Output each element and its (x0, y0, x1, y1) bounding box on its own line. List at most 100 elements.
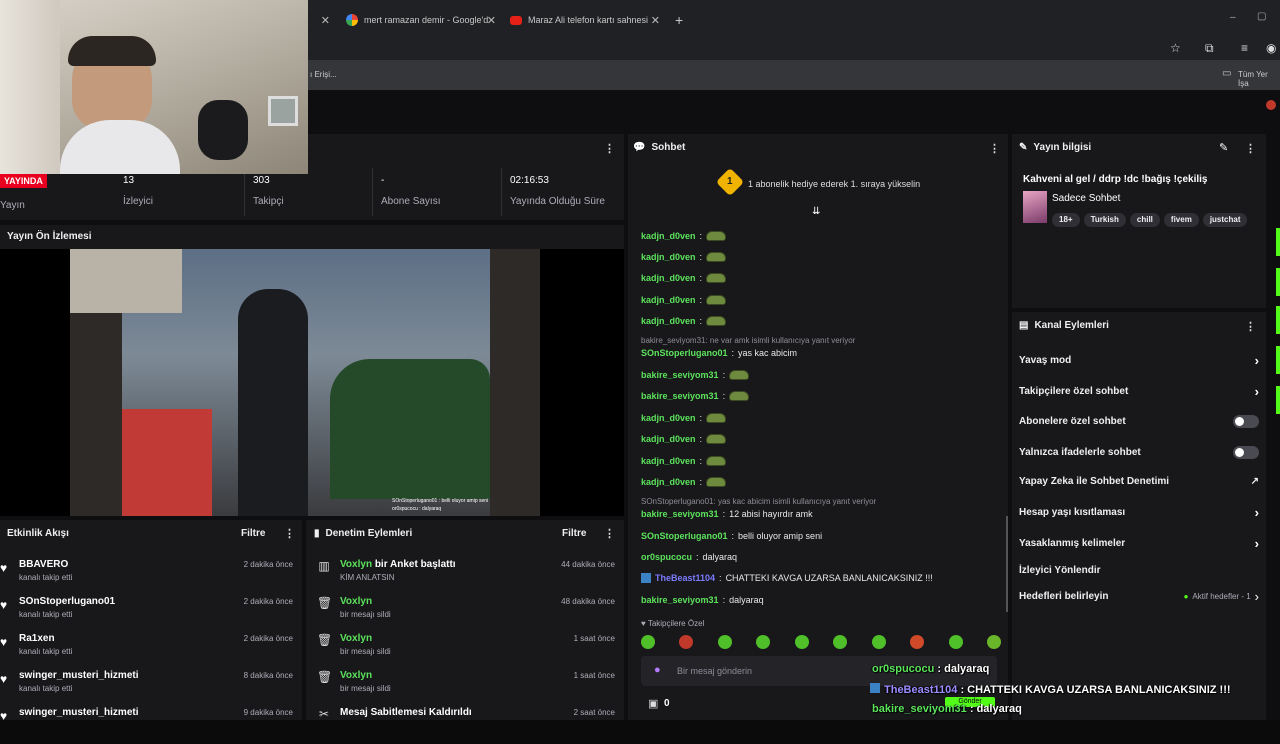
moderation-user[interactable]: Voxlyn (340, 670, 372, 681)
divider (372, 168, 373, 216)
age-limit-row[interactable]: Hesap yaşı kısıtlaması › (1019, 505, 1259, 520)
chat-username[interactable]: kadjn_d0ven (641, 413, 696, 423)
tab-close-icon[interactable]: ✕ (487, 14, 496, 27)
bookmark-item[interactable]: ı Erişi... (310, 70, 337, 79)
chat-more-icon[interactable]: ⋮ (989, 142, 1000, 155)
slow-mode-row[interactable]: Yavaş mod › (1019, 353, 1259, 368)
profile-icon[interactable]: ◉ (1266, 41, 1276, 55)
activity-item[interactable]: ♥ BBAVERO kanalı takip etti 2 dakika önce (0, 559, 300, 596)
emote-icon[interactable] (717, 635, 732, 649)
activity-item[interactable]: ♥ SOnStoperlugano01 kanalı takip etti 2 dak… (0, 596, 300, 633)
ai-mod-row[interactable]: Yapay Zeka ile Sohbet Denetimi ↗ (1019, 476, 1259, 487)
stream-tag[interactable]: Turkish (1083, 213, 1126, 227)
chat-username[interactable]: kadjn_d0ven (641, 252, 696, 262)
emote-icon[interactable] (756, 635, 771, 649)
overlay-text: : CHATTEKI KAVGA UZARSA BANLANICAKSINIZ … (957, 684, 1231, 696)
emote-icon[interactable] (833, 635, 848, 649)
chat-username[interactable]: bakire_seviyom31 (641, 391, 719, 401)
trash-icon: 🗑 (317, 670, 333, 684)
stream-tag[interactable]: fivem (1163, 213, 1199, 227)
emote-icon[interactable] (641, 635, 655, 649)
preview-player[interactable]: SOnStoperlugano01 : belli oluyor amip se… (0, 249, 624, 516)
activity-user[interactable]: BBAVERO (19, 559, 68, 570)
stats-more-icon[interactable]: ⋮ (604, 142, 615, 155)
star-icon[interactable]: ☆ (1170, 41, 1181, 55)
chat-username[interactable]: bakire_seviyom31 (641, 509, 719, 519)
chat-username[interactable]: kadjn_d0ven (641, 316, 696, 326)
media-icon[interactable]: ≡ (1241, 41, 1248, 55)
moderation-item[interactable]: ▥ Voxlyn bir Anket başlattı KİM ANLATSIN 44… (313, 559, 615, 596)
chat-username[interactable]: kadjn_d0ven (641, 231, 696, 241)
uptime-value: 02:16:53 (510, 175, 549, 186)
chat-username[interactable]: kadjn_d0ven (641, 273, 696, 283)
emote-icon[interactable] (910, 635, 925, 649)
moderation-more-icon[interactable]: ⋮ (604, 527, 615, 540)
activity-item[interactable]: ♥ swinger_musteri_hizmeti 9 dakika önce (0, 707, 300, 744)
all-bookmarks[interactable]: Tüm Yer İşa (1238, 70, 1280, 88)
emote-chat-toggle[interactable] (1233, 446, 1259, 459)
emote-icon[interactable] (986, 635, 1001, 649)
chat-username[interactable]: SOnStoperlugano01 (641, 348, 728, 358)
viewer-redirect-row[interactable]: İzleyici Yönlendir (1019, 565, 1259, 576)
activity-user[interactable]: swinger_musteri_hizmeti (19, 707, 138, 718)
tab-close-prev[interactable]: ✕ (318, 8, 330, 32)
channel-actions-more-icon[interactable]: ⋮ (1245, 320, 1256, 333)
stream-tag[interactable]: justchat (1202, 213, 1248, 227)
set-goals-row[interactable]: Hedefleri belirleyin ● Aktif hedefler - 1 › (1019, 589, 1259, 604)
mic-icon[interactable]: ● (654, 664, 661, 676)
stream-tag[interactable]: chill (1129, 213, 1160, 227)
chat-username[interactable]: kadjn_d0ven (641, 295, 696, 305)
chat-username[interactable]: kadjn_d0ven (641, 434, 696, 444)
heart-icon: ♥ (0, 561, 8, 575)
chat-message: SOnStoperlugano01: yas kac abicim (641, 348, 797, 358)
banned-words-row[interactable]: Yasaklanmış kelimeler › (1019, 536, 1259, 551)
points-icon[interactable]: ▣ (648, 697, 658, 710)
extensions-icon[interactable]: ⧉ (1205, 41, 1214, 56)
activity-user[interactable]: Ra1xen (19, 633, 55, 644)
moderation-item[interactable]: ✂ Mesaj Sabitlemesi Kaldırıldı 2 saat önce (313, 707, 615, 744)
chat-scrollbar[interactable] (1006, 516, 1008, 612)
emote-icon[interactable] (794, 635, 809, 649)
moderation-user[interactable]: Voxlyn (340, 633, 372, 644)
activity-item[interactable]: ♥ swinger_musteri_hizmeti kanalı takip ett… (0, 670, 300, 707)
minimize-icon[interactable]: – (1230, 12, 1236, 23)
scroll-down-icon[interactable]: ⇊ (812, 206, 820, 217)
subs-chat-toggle[interactable] (1233, 415, 1259, 428)
stream-tag[interactable]: 18+ (1052, 213, 1080, 227)
chat-username[interactable]: SOnStoperlugano01 (641, 531, 728, 541)
activity-user[interactable]: swinger_musteri_hizmeti (19, 670, 138, 681)
chat-username[interactable]: kadjn_d0ven (641, 456, 696, 466)
tab-youtube[interactable]: Maraz Ali telefon kartı sahnesi ✕ (510, 8, 660, 32)
chat-colon: : (699, 434, 703, 444)
category-thumbnail[interactable] (1023, 191, 1047, 223)
activity-item[interactable]: ♥ Ra1xen kanalı takip etti 2 dakika önce (0, 633, 300, 670)
activity-more-icon[interactable]: ⋮ (284, 527, 295, 540)
tab-close-icon[interactable]: ✕ (651, 14, 660, 27)
edit-icon[interactable]: ✎ (1219, 141, 1228, 154)
emote-icon[interactable] (679, 635, 694, 649)
activity-filter-button[interactable]: Filtre (241, 528, 265, 539)
chat-username[interactable]: bakire_seviyom31 (641, 370, 719, 380)
stream-info-more-icon[interactable]: ⋮ (1245, 142, 1256, 155)
youtube-icon (510, 15, 522, 25)
chat-username[interactable]: TheBeast1104 (655, 573, 715, 583)
chat-username[interactable]: bakire_seviyom31 (641, 595, 719, 605)
activity-user[interactable]: SOnStoperlugano01 (19, 596, 115, 607)
emote-icon[interactable] (871, 635, 886, 649)
emote-icon[interactable] (948, 635, 963, 649)
followers-chat-row[interactable]: Takipçilere özel sohbet › (1019, 384, 1259, 399)
activity-time: 9 dakika önce (243, 708, 293, 717)
maximize-icon[interactable]: ▢ (1257, 11, 1266, 22)
moderation-user[interactable]: Voxlyn (340, 559, 372, 570)
moderation-item[interactable]: 🗑 Voxlyn bir mesajı sildi 1 saat önce (313, 670, 615, 707)
moderation-item[interactable]: 🗑 Voxlyn bir mesajı sildi 1 saat önce (313, 633, 615, 670)
moderation-item[interactable]: 🗑 Voxlyn bir mesajı sildi 48 dakika önce (313, 596, 615, 633)
new-tab-button[interactable]: + (675, 8, 689, 32)
chat-username[interactable]: kadjn_d0ven (641, 477, 696, 487)
moderation-user[interactable]: Voxlyn (340, 596, 372, 607)
overlay-user: TheBeast1104 (884, 684, 958, 696)
category-name[interactable]: Sadece Sohbet (1052, 193, 1120, 204)
chat-username[interactable]: or0spucocu (641, 552, 692, 562)
moderation-filter-button[interactable]: Filtre (562, 528, 586, 539)
tab-google[interactable]: mert ramazan demir - Google'd ✕ (346, 8, 496, 32)
